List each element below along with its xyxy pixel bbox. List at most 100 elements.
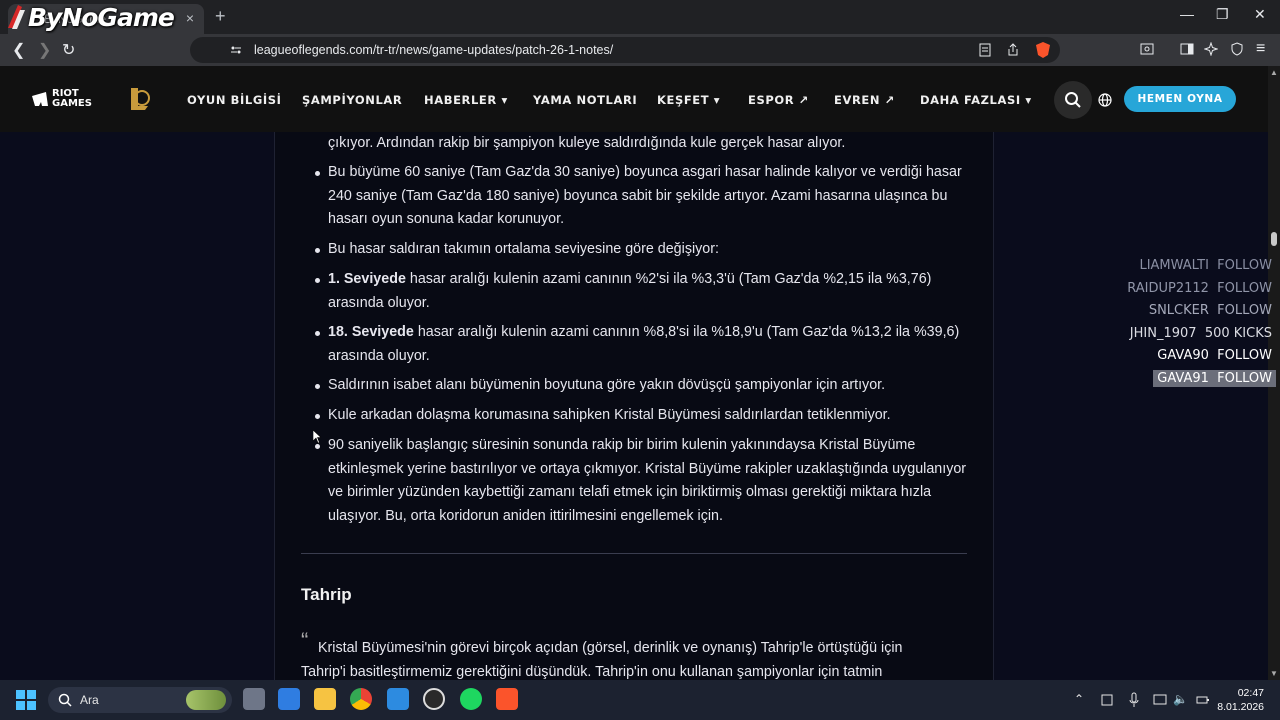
nav-discover[interactable]: KEŞFET ▾ (657, 93, 720, 107)
nav-more[interactable]: DAHA FAZLASI ▾ (920, 93, 1032, 107)
network-icon[interactable] (1153, 693, 1167, 707)
reload-icon[interactable]: ↻ (62, 40, 75, 60)
nav-esports[interactable]: ESPOR ↗ (748, 93, 809, 107)
riot-games-logo[interactable]: RIOT GAMES (30, 89, 92, 115)
watermark-logo-icon (8, 5, 25, 29)
scrollbar-thumb[interactable] (1271, 232, 1277, 246)
section-divider (301, 553, 967, 554)
watermark: ByNoGame (4, 0, 175, 34)
nav-news[interactable]: HABERLER ▾ (424, 93, 508, 107)
tray-expand-icon[interactable]: ⌃ (1074, 692, 1084, 706)
taskbar-search-placeholder: Ara (80, 693, 99, 707)
alert-name: LIAMWALTI (1139, 258, 1209, 273)
alert-row: GAVA90 FOLLOW (1157, 348, 1272, 363)
mouse-cursor-icon (313, 430, 321, 444)
list-item: 18. Seviyede hasar aralığı kulenin azami… (315, 321, 968, 368)
article-body: çıkıyor. Ardından rakip bir şampiyon kul… (274, 132, 994, 680)
list-item: Kule arkadan dolaşma korumasına sahipken… (315, 404, 968, 428)
minimize-icon[interactable]: — (1180, 6, 1194, 22)
reader-mode-icon[interactable] (978, 43, 992, 57)
list-item-text: hasar aralığı kulenin azami canının %2's… (328, 271, 932, 311)
vpn-icon[interactable] (1230, 42, 1244, 56)
alert-row: JHIN_1907 500 KICKS (1130, 326, 1272, 341)
obs-icon[interactable] (423, 688, 445, 710)
list-item: 1. Seviyede hasar aralığı kulenin azami … (315, 268, 968, 315)
windows-start-icon[interactable] (16, 690, 36, 710)
search-icon (58, 693, 72, 707)
nav-universe[interactable]: EVREN ↗ (834, 93, 895, 107)
spotify-icon[interactable] (460, 688, 482, 710)
section-heading: Tahrip (301, 585, 352, 604)
list-item-text: hasar aralığı kulenin azami canının %8,8… (328, 324, 960, 364)
chrome-icon[interactable] (350, 688, 372, 710)
riot-fist-icon (32, 92, 48, 106)
microphone-icon[interactable] (1128, 692, 1140, 708)
close-icon[interactable]: × (186, 10, 194, 26)
alert-name: RAIDUP2112 (1127, 281, 1209, 296)
alert-name: JHIN_1907 (1129, 326, 1197, 341)
browser-tab-strip: ByNoGame × ByNoGame + — ❐ ✕ (0, 0, 1280, 34)
sidebar-icon[interactable] (1180, 42, 1194, 56)
nav-game-info[interactable]: OYUN BİLGİSİ (187, 93, 282, 107)
watermark-text: ByNoGame (28, 2, 175, 32)
clock[interactable]: 02:47 8.01.2026 (1217, 686, 1264, 714)
alert-row-highlighted: GAVA91 FOLLOW (1153, 370, 1276, 387)
list-item: Bu büyüme 60 saniye (Tam Gaz'da 30 saniy… (315, 161, 968, 232)
alert-name: GAVA90 (1157, 348, 1209, 363)
list-item: 90 saniyelik başlangıç süresinin sonunda… (315, 434, 968, 528)
alert-row: SNLCKER FOLLOW (1149, 303, 1272, 318)
article-paragraph: çıkıyor. Ardından rakip bir şampiyon kul… (328, 135, 846, 151)
power-icon[interactable] (1196, 693, 1210, 707)
alert-row: RAIDUP2112 FOLLOW (1127, 281, 1272, 296)
browser-toolbar: ❮ ❯ ↻ leagueoflegends.com/tr-tr/news/gam… (0, 34, 1280, 66)
battery-icon[interactable] (1100, 693, 1114, 707)
brave-icon[interactable] (496, 688, 518, 710)
menu-icon[interactable]: ≡ (1256, 40, 1265, 58)
scroll-down-icon[interactable]: ▼ (1270, 669, 1278, 678)
scroll-up-icon[interactable]: ▲ (1270, 68, 1278, 77)
brave-shield-icon[interactable] (1034, 41, 1052, 59)
dev-quote: Kristal Büyümesi'nin görevi birçok açıda… (301, 640, 903, 680)
list-item: Saldırının isabet alanı büyümenin boyutu… (315, 374, 968, 398)
alert-row: LIAMWALTI FOLLOW (1139, 258, 1272, 273)
site-search-button[interactable] (1054, 81, 1092, 119)
nav-patch-notes[interactable]: YAMA NOTLARI (533, 93, 637, 107)
forward-icon[interactable]: ❯ (38, 40, 51, 60)
volume-icon[interactable]: 🔈 (1173, 692, 1188, 706)
taskbar-search[interactable]: Ara (48, 687, 232, 713)
share-icon[interactable] (1006, 43, 1020, 57)
alert-action: FOLLOW (1217, 371, 1272, 386)
site-info-icon[interactable] (230, 44, 242, 56)
address-bar[interactable]: leagueoflegends.com/tr-tr/news/game-upda… (190, 37, 1060, 63)
leo-ai-icon[interactable] (1204, 42, 1218, 56)
back-icon[interactable]: ❮ (12, 40, 25, 60)
level-label: 1. Seviyede (328, 271, 406, 287)
clock-time: 02:47 (1237, 687, 1264, 699)
task-view-icon[interactable] (243, 688, 265, 710)
alert-name: GAVA91 (1157, 371, 1209, 386)
alert-action: FOLLOW (1217, 348, 1272, 363)
new-tab-button[interactable]: + (215, 6, 226, 27)
play-now-button[interactable]: HEMEN OYNA (1124, 86, 1236, 112)
league-logo-icon[interactable] (128, 86, 152, 112)
url-text: leagueoflegends.com/tr-tr/news/game-upda… (254, 43, 614, 57)
nav-champions[interactable]: ŞAMPİYONLAR (302, 93, 402, 107)
search-icon (1065, 92, 1081, 108)
screenshot-icon[interactable] (1140, 42, 1154, 56)
restore-icon[interactable]: ❐ (1216, 6, 1229, 23)
close-window-icon[interactable]: ✕ (1254, 6, 1266, 23)
level-label: 18. Seviyede (328, 324, 414, 340)
alert-action: 500 KICKS (1204, 326, 1272, 341)
riot-logo-text: RIOT GAMES (52, 88, 92, 109)
search-highlight-image (186, 690, 226, 710)
alert-action: FOLLOW (1217, 258, 1272, 273)
alert-action: FOLLOW (1217, 281, 1272, 296)
globe-icon[interactable] (1098, 93, 1112, 107)
photos-icon[interactable] (387, 688, 409, 710)
alert-action: FOLLOW (1217, 303, 1272, 318)
microsoft-store-icon[interactable] (278, 688, 300, 710)
windows-taskbar: Ara ⌃ 🔈 02:47 8.01.2026 (0, 680, 1280, 720)
file-explorer-icon[interactable] (314, 688, 336, 710)
list-item: Bu hasar saldıran takımın ortalama seviy… (315, 238, 968, 262)
alert-name: SNLCKER (1148, 303, 1209, 318)
